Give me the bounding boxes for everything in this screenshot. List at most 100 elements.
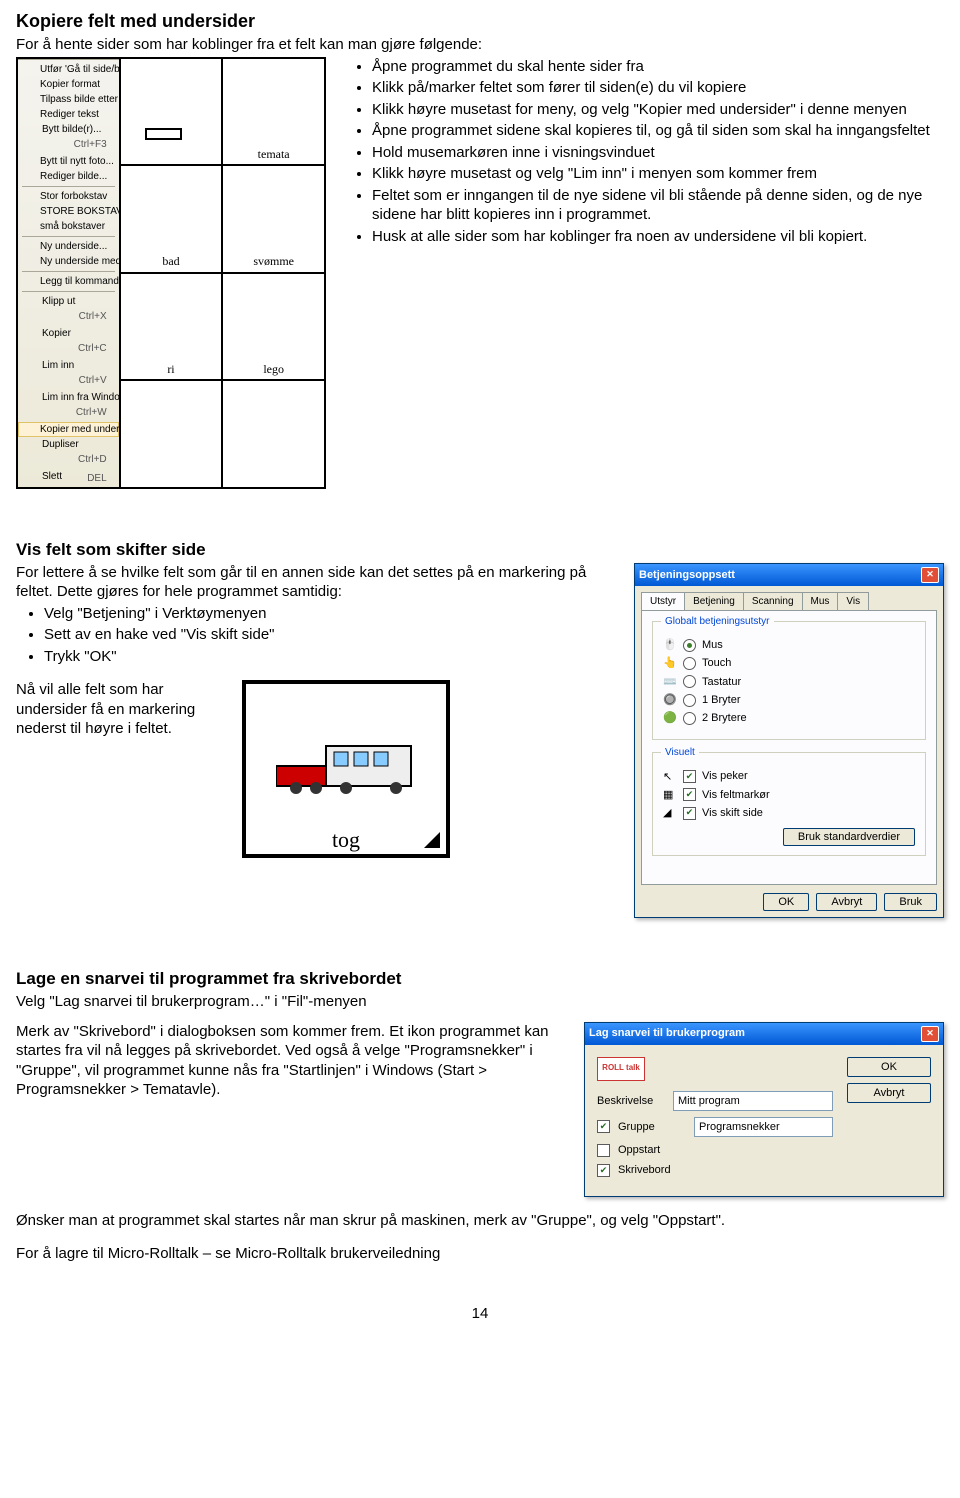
grid-cell: ri	[120, 273, 223, 381]
grid-icon: ▦	[663, 788, 677, 802]
section2-p1: For lettere å se hvilke felt som går til…	[16, 563, 614, 602]
pageflip-icon: ◢	[663, 806, 677, 820]
list-item: Feltet som er inngangen til de nye siden…	[372, 186, 944, 225]
list-item: Velg "Betjening" i Verktøymenyen	[44, 604, 614, 624]
betjeningsoppsett-dialog: Betjeningsoppsett ✕ Utstyr Betjening Sca…	[634, 563, 944, 918]
list-item: Hold musemarkøren inne i visningsvinduet	[372, 143, 944, 163]
dialog-title: Betjeningsoppsett	[639, 568, 735, 582]
grid-cell	[222, 380, 325, 488]
keyboard-icon: ⌨️	[663, 675, 677, 689]
list-item: Klikk på/marker feltet som fører til sid…	[372, 78, 944, 98]
section3-p1: Velg "Lag snarvei til brukerprogram…" i …	[16, 992, 944, 1012]
close-icon[interactable]: ✕	[921, 1026, 939, 1042]
ok-button[interactable]: OK	[763, 893, 809, 911]
page-number: 14	[16, 1304, 944, 1324]
dialog-titlebar: Betjeningsoppsett ✕	[635, 564, 943, 586]
pageflip-icon	[424, 832, 440, 848]
grid-cell: lego	[222, 273, 325, 381]
section1-heading: Kopiere felt med undersider	[16, 10, 944, 33]
section1-bullets: Åpne programmet du skal hente sider fra …	[344, 57, 944, 247]
section1-intro: For å hente sider som har koblinger fra …	[16, 35, 944, 55]
menu-item[interactable]: Rediger tekst	[18, 107, 119, 122]
tog-field-card: tog	[242, 680, 450, 858]
menu-item[interactable]: Bytt bilde(r)...Ctrl+F3	[18, 122, 119, 154]
dialog-title: Lag snarvei til brukerprogram	[589, 1026, 745, 1040]
section3-p4: For å lagre til Micro-Rolltalk – se Micr…	[16, 1244, 944, 1264]
dialog-titlebar: Lag snarvei til brukerprogram ✕	[585, 1023, 943, 1045]
gruppe-field[interactable]: Programsnekker	[694, 1117, 833, 1137]
switch2-icon: 🟢	[663, 711, 677, 725]
list-item: Klikk høyre musetast for meny, og velg "…	[372, 100, 944, 120]
radio-tastatur[interactable]	[683, 675, 696, 688]
pointer-icon: ↖	[663, 770, 677, 784]
radio-1bryter[interactable]	[683, 694, 696, 707]
close-icon[interactable]: ✕	[921, 567, 939, 583]
tab-mus[interactable]: Mus	[802, 592, 839, 610]
menu-item[interactable]: Stor forbokstav	[18, 189, 119, 204]
grid-screenshot: temata Utfør 'Gå til side/bilde' Kopier …	[16, 57, 326, 489]
menu-item[interactable]: Ny underside med bilder...	[18, 254, 119, 269]
check-gruppe[interactable]	[597, 1120, 610, 1133]
radio-2brytere[interactable]	[683, 712, 696, 725]
reset-button[interactable]: Bruk standardverdier	[783, 828, 915, 846]
section2-p2: Nå vil alle felt som har undersider få e…	[16, 680, 226, 739]
grid-cell	[120, 380, 223, 488]
menu-item[interactable]: Lim inn fra WindowsCtrl+W	[18, 390, 119, 422]
grid-cell: bad	[120, 165, 223, 273]
radio-mus[interactable]	[683, 639, 696, 652]
menu-item[interactable]: små bokstaver	[18, 219, 119, 234]
menu-item[interactable]: Klipp utCtrl+X	[18, 294, 119, 326]
radio-touch[interactable]	[683, 657, 696, 670]
train-icon	[276, 736, 416, 796]
section2-heading: Vis felt som skifter side	[16, 539, 944, 561]
ok-button[interactable]: OK	[847, 1057, 931, 1077]
menu-item[interactable]: Tilpass bilde etter ramme	[18, 92, 119, 107]
tab-vis[interactable]: Vis	[837, 592, 869, 610]
menu-item[interactable]: Bytt til nytt foto...	[18, 154, 119, 169]
menu-item[interactable]: Legg til kommando...	[18, 274, 119, 289]
section3-p2: Merk av "Skrivebord" i dialogboksen som …	[16, 1022, 564, 1100]
tab-utstyr[interactable]: Utstyr	[641, 592, 685, 610]
apply-button[interactable]: Bruk	[884, 893, 937, 911]
check-oppstart[interactable]	[597, 1144, 610, 1157]
menu-item[interactable]: Rediger bilde...	[18, 169, 119, 184]
section3-heading: Lage en snarvei til programmet fra skriv…	[16, 968, 944, 990]
snarvei-dialog: Lag snarvei til brukerprogram ✕ ROLL tal…	[584, 1022, 944, 1197]
menu-item[interactable]: DupliserCtrl+D	[18, 437, 119, 469]
desc-field[interactable]: Mitt program	[673, 1091, 833, 1111]
check-skrivebord[interactable]	[597, 1164, 610, 1177]
tab-scanning[interactable]: Scanning	[743, 592, 803, 610]
group-legend: Visuelt	[661, 746, 699, 759]
section3-p3: Ønsker man at programmet skal startes nå…	[16, 1211, 944, 1231]
tog-label: tog	[332, 826, 360, 855]
check-vis-skift-side[interactable]	[683, 807, 696, 820]
menu-item[interactable]: Lim innCtrl+V	[18, 358, 119, 390]
program-icon: ROLL talk	[597, 1057, 645, 1081]
menu-item[interactable]: STORE BOKSTAVER	[18, 204, 119, 219]
check-vis-feltmarkor[interactable]	[683, 788, 696, 801]
menu-item[interactable]: Ny underside...	[18, 239, 119, 254]
list-item: Trykk "OK"	[44, 647, 614, 667]
menu-item[interactable]: SlettDEL	[18, 469, 119, 488]
cancel-button[interactable]: Avbryt	[847, 1083, 931, 1103]
list-item: Åpne programmet du skal hente sider fra	[372, 57, 944, 77]
cancel-button[interactable]: Avbryt	[816, 893, 877, 911]
desc-label: Beskrivelse	[597, 1094, 665, 1108]
context-menu-cell: Utfør 'Gå til side/bilde' Kopier format …	[17, 58, 120, 488]
menu-item-selected[interactable]: Kopier med undersider	[18, 422, 119, 437]
switch1-icon: 🔘	[663, 693, 677, 707]
check-vis-peker[interactable]	[683, 770, 696, 783]
list-item: Klikk høyre musetast og velg "Lim inn" i…	[372, 164, 944, 184]
grid-cell	[120, 58, 223, 166]
mouse-icon: 🖱️	[663, 638, 677, 652]
touch-icon: 👆	[663, 656, 677, 670]
grid-cell: svømme	[222, 165, 325, 273]
list-item: Sett av en hake ved "Vis skift side"	[44, 625, 614, 645]
tab-betjening[interactable]: Betjening	[684, 592, 744, 610]
menu-item[interactable]: KopierCtrl+C	[18, 326, 119, 358]
grid-cell: temata	[222, 58, 325, 166]
menu-item[interactable]: Kopier format	[18, 77, 119, 92]
list-item: Åpne programmet sidene skal kopieres til…	[372, 121, 944, 141]
menu-item[interactable]: Utfør 'Gå til side/bilde'	[18, 62, 119, 77]
section2-bullets: Velg "Betjening" i Verktøymenyen Sett av…	[16, 604, 614, 667]
